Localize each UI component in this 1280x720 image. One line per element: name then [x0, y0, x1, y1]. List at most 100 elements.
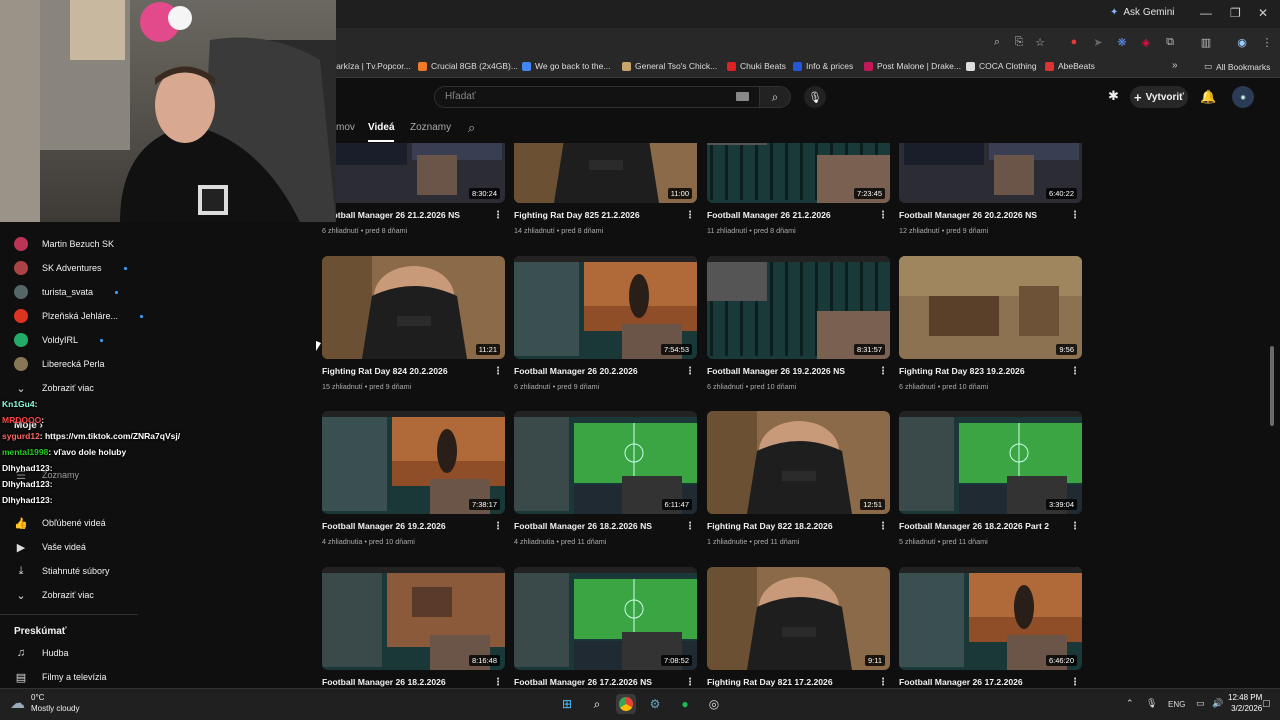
video-thumbnail[interactable]: 11:21 — [322, 256, 505, 359]
more-options-icon[interactable]: ⋮ — [493, 366, 503, 377]
notification-icon[interactable]: ▢ — [1262, 698, 1271, 709]
more-options-icon[interactable]: ⋮ — [685, 521, 695, 532]
extension-icon[interactable]: ❋ — [1115, 36, 1129, 49]
ask-gemini-button[interactable]: ✦ Ask Gemini — [1110, 7, 1175, 18]
video-thumbnail[interactable]: 7:38:17 — [322, 411, 505, 514]
video-title[interactable]: Football Manager 26 20.2.2026 NS — [899, 210, 1069, 220]
start-icon[interactable]: ⊞ — [557, 694, 577, 714]
show-more-subscriptions[interactable]: ⌄ Zobraziť viac — [14, 378, 94, 398]
bookmark-item[interactable]: Info & prices — [793, 61, 853, 71]
video-title[interactable]: Fighting Rat Day 825 21.2.2026 — [514, 210, 684, 220]
bookmark-item[interactable]: General Tso's Chick... — [622, 61, 717, 71]
install-icon[interactable]: ⎘ — [1012, 36, 1026, 49]
microphone-icon[interactable]: 🎙 — [1146, 698, 1157, 709]
video-title[interactable]: Football Manager 26 18.2.2026 NS — [514, 521, 684, 531]
zoom-icon[interactable]: ⌕ — [990, 36, 1004, 49]
bookmark-item[interactable]: We go back to the... — [522, 61, 610, 71]
avatar[interactable]: ◉ — [1232, 86, 1254, 108]
weather-widget[interactable]: ☁ 0°C Mostly cloudy — [10, 692, 79, 714]
sidebar-item-liked[interactable]: 👍 Obľúbené videá — [14, 513, 106, 533]
video-thumbnail[interactable]: 12:51 — [707, 411, 890, 514]
video-thumbnail[interactable]: 9:56 — [899, 256, 1082, 359]
menu-dots-icon[interactable]: ⋮ — [1260, 36, 1274, 49]
search-button[interactable]: ⌕ — [759, 86, 791, 108]
notifications-bell-icon[interactable]: 🔔 — [1200, 89, 1216, 105]
obs-icon[interactable]: ◎ — [704, 694, 724, 714]
tab-playlists[interactable]: Zoznamy — [410, 122, 451, 133]
language-indicator[interactable]: ENG — [1168, 700, 1185, 709]
search-input[interactable]: Hľadať — [434, 86, 760, 108]
scrollbar[interactable] — [1270, 346, 1274, 426]
more-options-icon[interactable]: ⋮ — [685, 366, 695, 377]
video-title[interactable]: Football Manager 26 17.2.2026 NS — [514, 677, 684, 687]
extension-icon[interactable]: ● — [1067, 36, 1081, 48]
more-options-icon[interactable]: ⋮ — [685, 677, 695, 688]
video-thumbnail[interactable]: 8:16:48 — [322, 567, 505, 670]
all-bookmarks-button[interactable]: ▭ All Bookmarks — [1204, 61, 1270, 72]
video-title[interactable]: Football Manager 26 19.2.2026 — [322, 521, 492, 531]
clock[interactable]: 12:48 PM 3/2/2026 — [1228, 692, 1262, 714]
video-thumbnail[interactable]: 9:11 — [707, 567, 890, 670]
sidebar-item-movies[interactable]: ▤ Filmy a televízia — [14, 667, 107, 687]
bookmark-item[interactable]: Chuki Beats — [727, 61, 786, 71]
sidebar-item-music[interactable]: ♫ Hudba — [14, 643, 69, 663]
video-title[interactable]: Fighting Rat Day 823 19.2.2026 — [899, 366, 1069, 376]
tab-videos[interactable]: Videá — [368, 122, 395, 133]
video-title[interactable]: Football Manager 26 19.2.2026 NS — [707, 366, 877, 376]
sidebar-item-your-videos[interactable]: ▶ Vaše videá — [14, 537, 86, 557]
search-icon[interactable]: ⌕ — [587, 694, 607, 714]
sidebar-item-subscription[interactable]: Plzeňská Jehláre... — [14, 306, 144, 326]
bookmark-item[interactable]: Post Malone | Drake... — [864, 61, 961, 71]
video-thumbnail[interactable]: 8:31:57 — [707, 256, 890, 359]
create-button[interactable]: + Vytvoriť — [1130, 86, 1188, 108]
more-options-icon[interactable]: ⋮ — [1070, 677, 1080, 688]
channel-search-icon[interactable]: ⌕ — [468, 120, 475, 136]
more-options-icon[interactable]: ⋮ — [1070, 521, 1080, 532]
video-title[interactable]: Football Manager 26 20.2.2026 — [514, 366, 684, 376]
profile-icon[interactable]: ◉ — [1235, 36, 1249, 49]
bookmark-item[interactable]: Crucial 8GB (2x4GB)... — [418, 61, 518, 71]
keyboard-icon[interactable] — [736, 92, 749, 101]
steam-icon[interactable]: ⚙ — [645, 694, 665, 714]
sidebar-item-subscription[interactable]: turista_svata — [14, 282, 119, 302]
tab-home[interactable]: mov — [336, 122, 355, 133]
bookmark-item[interactable]: AbeBeats — [1045, 61, 1095, 71]
more-options-icon[interactable]: ⋮ — [1070, 210, 1080, 221]
close-icon[interactable]: ✕ — [1258, 6, 1268, 20]
more-options-icon[interactable]: ⋮ — [878, 210, 888, 221]
video-title[interactable]: Football Manager 26 18.2.2026 — [322, 677, 492, 687]
more-options-icon[interactable]: ⋮ — [878, 521, 888, 532]
video-title[interactable]: Football Manager 26 18.2.2026 Part 2 — [899, 521, 1069, 531]
more-options-icon[interactable]: ⋮ — [878, 366, 888, 377]
bookmark-item[interactable]: COCA Clothing — [966, 61, 1037, 71]
sidepanel-icon[interactable]: ▥ — [1199, 36, 1213, 49]
chrome-icon[interactable] — [616, 694, 636, 714]
sidebar-item-subscription[interactable]: VoldyIRL — [14, 330, 104, 350]
extension-icon[interactable]: ➤ — [1091, 36, 1105, 49]
sidebar-item-subscription[interactable]: Liberecká Perla — [14, 354, 105, 374]
video-thumbnail[interactable]: 6:46:20 — [899, 567, 1082, 670]
video-title[interactable]: Fighting Rat Day 822 18.2.2026 — [707, 521, 877, 531]
video-thumbnail[interactable]: 7:08:52 — [514, 567, 697, 670]
more-options-icon[interactable]: ⋮ — [1070, 366, 1080, 377]
more-options-icon[interactable]: ⋮ — [493, 521, 503, 532]
video-title[interactable]: Football Manager 26 21.2.2026 NS — [322, 210, 492, 220]
show-more-you[interactable]: ⌄ Zobraziť viac — [14, 585, 94, 605]
video-thumbnail[interactable]: 7:54:53 — [514, 256, 697, 359]
network-icon[interactable]: ▭ — [1196, 698, 1205, 709]
sidebar-item-subscription[interactable]: SK Adventures — [14, 258, 127, 278]
chevron-right-icon[interactable]: » — [1172, 60, 1178, 71]
more-options-icon[interactable]: ⋮ — [493, 210, 503, 221]
video-thumbnail[interactable]: 3:39:04 — [899, 411, 1082, 514]
video-thumbnail[interactable]: 6:11:47 — [514, 411, 697, 514]
voice-search-button[interactable]: 🎙 — [804, 86, 826, 108]
video-title[interactable]: Football Manager 26 21.2.2026 — [707, 210, 877, 220]
spotify-icon[interactable]: ● — [675, 694, 695, 714]
video-title[interactable]: Fighting Rat Day 824 20.2.2026 — [322, 366, 492, 376]
sidebar-item-subscription[interactable]: Martin Bezuch SK — [14, 234, 114, 254]
cast-icon[interactable]: ✱ — [1108, 88, 1119, 104]
minimize-icon[interactable]: — — [1200, 6, 1212, 20]
tray-chevron-up-icon[interactable]: ⌃ — [1126, 698, 1134, 709]
puzzle-icon[interactable]: ⧉ — [1163, 36, 1177, 49]
extension-icon[interactable]: ◈ — [1139, 36, 1153, 49]
